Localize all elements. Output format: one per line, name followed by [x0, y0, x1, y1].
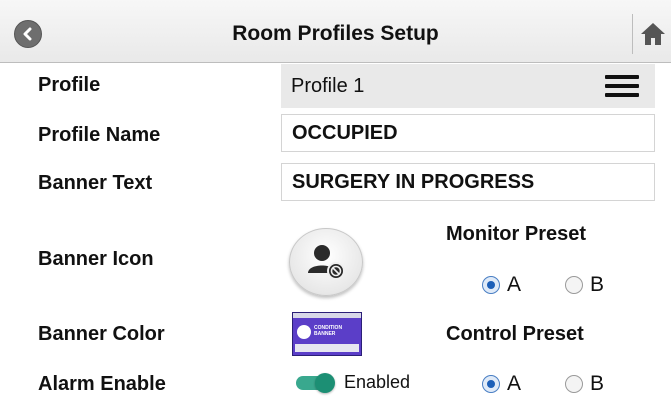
control-preset-title: Control Preset	[446, 323, 584, 345]
monitor-preset-radio-b[interactable]	[565, 276, 583, 294]
control-preset-label-b: B	[590, 372, 605, 395]
control-preset-option-b[interactable]: B	[565, 372, 604, 396]
toggle-knob	[315, 373, 335, 393]
control-preset-option-a[interactable]: A	[482, 372, 521, 396]
banner-icon-label: Banner Icon	[38, 248, 154, 270]
banner-color-label: Banner Color	[38, 323, 165, 345]
monitor-preset-radio-a[interactable]	[482, 276, 500, 294]
hamburger-menu-icon[interactable]	[605, 75, 639, 97]
back-button[interactable]	[14, 20, 42, 48]
profile-select[interactable]: Profile 1	[281, 64, 655, 108]
home-button[interactable]	[632, 14, 671, 54]
monitor-preset-label-a: A	[507, 273, 522, 296]
banner-icon-button[interactable]	[289, 228, 363, 296]
banner-color-button[interactable]: CONDITION BANNER	[292, 312, 362, 356]
banner-text-value: SURGERY IN PROGRESS	[292, 170, 535, 193]
control-preset-label-a: A	[507, 372, 522, 395]
thumb-titlebar	[293, 313, 361, 318]
banner-text-field[interactable]: SURGERY IN PROGRESS	[281, 163, 655, 201]
profile-name-field[interactable]: OCCUPIED	[281, 114, 655, 152]
profile-label: Profile	[38, 74, 101, 96]
chevron-left-icon	[23, 27, 32, 41]
thumb-banner-dot-icon	[297, 325, 311, 339]
profile-name-value: OCCUPIED	[292, 121, 398, 144]
profile-select-value: Profile 1	[291, 74, 365, 97]
home-icon	[640, 23, 665, 45]
person-blocked-icon	[308, 245, 345, 280]
thumb-button-strip	[295, 344, 359, 352]
monitor-preset-option-a[interactable]: A	[482, 273, 521, 297]
alarm-enable-label: Alarm Enable	[38, 373, 166, 395]
banner-text-label: Banner Text	[38, 172, 153, 194]
page-title: Room Profiles Setup	[232, 22, 439, 45]
control-preset-radio-a[interactable]	[482, 375, 500, 393]
alarm-enable-toggle[interactable]	[296, 373, 335, 393]
alarm-enable-status: Enabled	[344, 372, 411, 392]
monitor-preset-option-b[interactable]: B	[565, 273, 604, 297]
control-preset-radio-b[interactable]	[565, 375, 583, 393]
thumb-banner-text: CONDITION BANNER	[314, 325, 343, 337]
monitor-preset-title: Monitor Preset	[446, 223, 587, 245]
profile-name-label: Profile Name	[38, 124, 161, 146]
monitor-preset-label-b: B	[590, 273, 605, 296]
